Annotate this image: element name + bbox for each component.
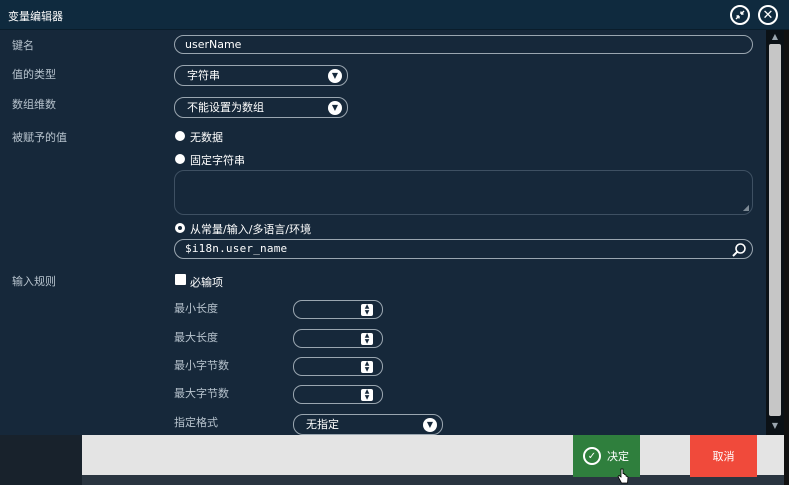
dialog-footer: ✓ 决定 取消 [0, 435, 784, 485]
required-label: 必输项 [190, 276, 223, 289]
value-type-selected: 字符串 [187, 69, 220, 82]
array-dims-select[interactable]: 不能设置为数组 ▼ [174, 97, 348, 118]
format-label: 指定格式 [174, 416, 218, 429]
radio-from-source[interactable] [175, 223, 185, 233]
source-value-input[interactable]: $i18n.user_name [174, 239, 753, 259]
resize-handle-icon[interactable]: ◢ [743, 203, 749, 212]
hand-cursor-icon [617, 468, 629, 484]
restore-icon[interactable] [730, 5, 750, 25]
footer-strip [82, 475, 784, 485]
format-select[interactable]: 无指定 ▼ [293, 414, 443, 435]
key-name-input[interactable]: userName [174, 35, 753, 54]
radio-from-source-label: 从常量/输入/多语言/环境 [190, 223, 312, 236]
window-edge [784, 30, 789, 485]
spinner-arrows-icon[interactable]: ▲ ▼ [361, 361, 373, 373]
spinner-arrows-icon[interactable]: ▲ ▼ [361, 389, 373, 401]
key-name-label: 键名 [12, 39, 34, 52]
cancel-button[interactable]: 取消 [690, 435, 757, 477]
required-checkbox[interactable] [175, 274, 186, 285]
vertical-scrollbar[interactable]: ▲ ▼ [766, 30, 784, 435]
fixed-string-textarea[interactable]: ◢ [174, 170, 753, 215]
chevron-down-icon: ▼ [328, 101, 342, 115]
cancel-button-label: 取消 [712, 450, 735, 463]
input-rules-label: 输入规则 [12, 275, 56, 288]
radio-fixed-string[interactable] [175, 154, 185, 164]
assigned-value-label: 被赋予的值 [12, 131, 67, 144]
max-bytes-label: 最大字节数 [174, 387, 229, 400]
max-length-spinner[interactable]: ▲ ▼ [293, 329, 383, 348]
radio-no-data-label: 无数据 [190, 131, 223, 144]
footer-background [0, 435, 82, 485]
source-value-text: $i18n.user_name [185, 242, 288, 255]
format-selected: 无指定 [306, 418, 339, 431]
min-length-label: 最小长度 [174, 302, 218, 315]
value-type-label: 值的类型 [12, 68, 56, 81]
min-bytes-spinner[interactable]: ▲ ▼ [293, 357, 383, 376]
radio-fixed-string-label: 固定字符串 [190, 154, 245, 167]
spinner-arrows-icon[interactable]: ▲ ▼ [361, 304, 373, 316]
max-bytes-spinner[interactable]: ▲ ▼ [293, 385, 383, 404]
radio-no-data[interactable] [175, 131, 185, 141]
min-length-spinner[interactable]: ▲ ▼ [293, 300, 383, 319]
ok-button-label: 决定 [607, 450, 629, 463]
array-dims-label: 数组维数 [12, 98, 56, 111]
close-icon[interactable]: ✕ [758, 5, 778, 25]
check-icon: ✓ [583, 447, 601, 465]
max-length-label: 最大长度 [174, 331, 218, 344]
ok-button[interactable]: ✓ 决定 [573, 435, 640, 477]
restore-glyph [735, 10, 745, 20]
scroll-up-icon[interactable]: ▲ [768, 32, 782, 42]
window-title: 变量编辑器 [8, 10, 63, 23]
array-dims-selected: 不能设置为数组 [187, 101, 264, 114]
value-type-select[interactable]: 字符串 ▼ [174, 65, 348, 86]
chevron-down-icon: ▼ [423, 418, 437, 432]
scroll-thumb[interactable] [769, 44, 781, 416]
title-bar: 变量编辑器 ✕ [0, 0, 789, 30]
spinner-arrows-icon[interactable]: ▲ ▼ [361, 333, 373, 345]
scroll-down-icon[interactable]: ▼ [768, 421, 782, 431]
search-icon[interactable] [731, 242, 747, 258]
chevron-down-icon: ▼ [328, 69, 342, 83]
variable-form: 键名 userName 值的类型 字符串 ▼ 数组维数 不能设置为数组 ▼ 被赋… [0, 30, 766, 435]
min-bytes-label: 最小字节数 [174, 359, 229, 372]
